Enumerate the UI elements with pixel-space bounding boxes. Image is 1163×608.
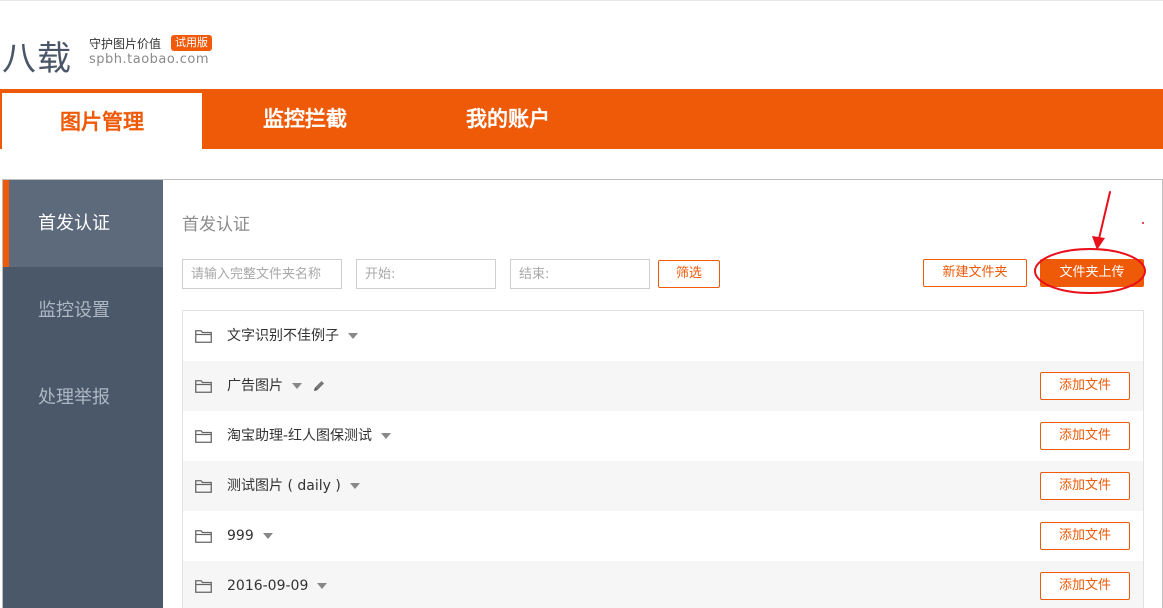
brand-domain: spbh.taobao.com bbox=[89, 52, 209, 67]
chevron-down-icon[interactable] bbox=[350, 483, 360, 489]
folder-icon bbox=[195, 579, 212, 593]
chevron-down-icon[interactable] bbox=[348, 333, 358, 339]
tab-image-management[interactable]: 图片管理 bbox=[0, 93, 202, 149]
list-item: 文字识别不佳例子 bbox=[183, 311, 1143, 361]
chevron-down-icon[interactable] bbox=[381, 433, 391, 439]
start-date-input[interactable] bbox=[356, 259, 496, 289]
pencil-icon[interactable] bbox=[312, 379, 326, 393]
folder-icon bbox=[195, 479, 212, 493]
page-title: 首发认证 bbox=[182, 210, 250, 235]
folder-icon bbox=[195, 529, 212, 543]
add-file-button[interactable]: 添加文件 bbox=[1040, 522, 1130, 550]
list-item: 2016-09-09 添加文件 bbox=[183, 561, 1143, 608]
folder-name[interactable]: 2016-09-09 bbox=[227, 578, 308, 594]
brand-slogan: 守护图片价值 bbox=[89, 35, 161, 52]
add-file-button[interactable]: 添加文件 bbox=[1040, 372, 1130, 400]
list-item: 999 添加文件 bbox=[183, 511, 1143, 561]
list-item: 淘宝助理-红人图保测试 添加文件 bbox=[183, 411, 1143, 461]
sidebar-item-handle-reports[interactable]: 处理举报 bbox=[3, 354, 163, 441]
sidebar-item-monitor-settings[interactable]: 监控设置 bbox=[3, 267, 163, 354]
folder-name-row[interactable]: 淘宝助理-红人图保测试 bbox=[227, 411, 391, 461]
chevron-down-icon[interactable] bbox=[263, 533, 273, 539]
folder-upload-button[interactable]: 文件夹上传 bbox=[1040, 259, 1144, 287]
add-file-button[interactable]: 添加文件 bbox=[1040, 422, 1130, 450]
trial-badge: 试用版 bbox=[171, 35, 212, 51]
folder-name-row[interactable]: 测试图片 ( daily ) bbox=[227, 461, 360, 511]
folder-name-row[interactable]: 广告图片 bbox=[227, 361, 326, 411]
main-nav: 图片管理 监控拦截 我的账户 bbox=[0, 89, 1163, 149]
folder-icon bbox=[195, 329, 212, 343]
new-folder-button[interactable]: 新建文件夹 bbox=[923, 259, 1027, 287]
folder-name-row[interactable]: 文字识别不佳例子 bbox=[227, 311, 358, 361]
folder-name[interactable]: 测试图片 ( daily ) bbox=[227, 478, 341, 494]
add-file-button[interactable]: 添加文件 bbox=[1040, 472, 1130, 500]
folder-name-row[interactable]: 2016-09-09 bbox=[227, 561, 327, 608]
filter-button[interactable]: 筛选 bbox=[658, 260, 720, 288]
tab-monitoring[interactable]: 监控拦截 bbox=[206, 89, 404, 149]
folder-name-row[interactable]: 999 bbox=[227, 511, 273, 561]
top-divider bbox=[0, 0, 1163, 1]
add-file-button[interactable]: 添加文件 bbox=[1040, 572, 1130, 600]
folder-name[interactable]: 广告图片 bbox=[227, 378, 283, 394]
main-content: 首发认证 筛选 新建文件夹 文件夹上传 文字识别不佳例子 广告图片 添加文件 淘… bbox=[164, 180, 1162, 608]
list-item: 广告图片 添加文件 bbox=[183, 361, 1143, 411]
list-item: 测试图片 ( daily ) 添加文件 bbox=[183, 461, 1143, 511]
folder-list: 文字识别不佳例子 广告图片 添加文件 淘宝助理-红人图保测试 添加文件 测试图片… bbox=[182, 310, 1144, 608]
folder-name[interactable]: 淘宝助理-红人图保测试 bbox=[227, 428, 372, 444]
folder-icon bbox=[195, 429, 212, 443]
folder-icon bbox=[195, 379, 212, 393]
chevron-down-icon[interactable] bbox=[292, 383, 302, 389]
brand-name: 八载 bbox=[2, 31, 72, 80]
folder-search-input[interactable] bbox=[182, 259, 342, 289]
sidebar-item-first-certification[interactable]: 首发认证 bbox=[3, 180, 163, 267]
folder-name[interactable]: 文字识别不佳例子 bbox=[227, 328, 339, 344]
chevron-down-icon[interactable] bbox=[317, 583, 327, 589]
end-date-input[interactable] bbox=[510, 259, 650, 289]
tab-my-account[interactable]: 我的账户 bbox=[408, 89, 608, 149]
folder-name[interactable]: 999 bbox=[227, 528, 254, 544]
sidebar: 首发认证 监控设置 处理举报 bbox=[3, 180, 163, 608]
